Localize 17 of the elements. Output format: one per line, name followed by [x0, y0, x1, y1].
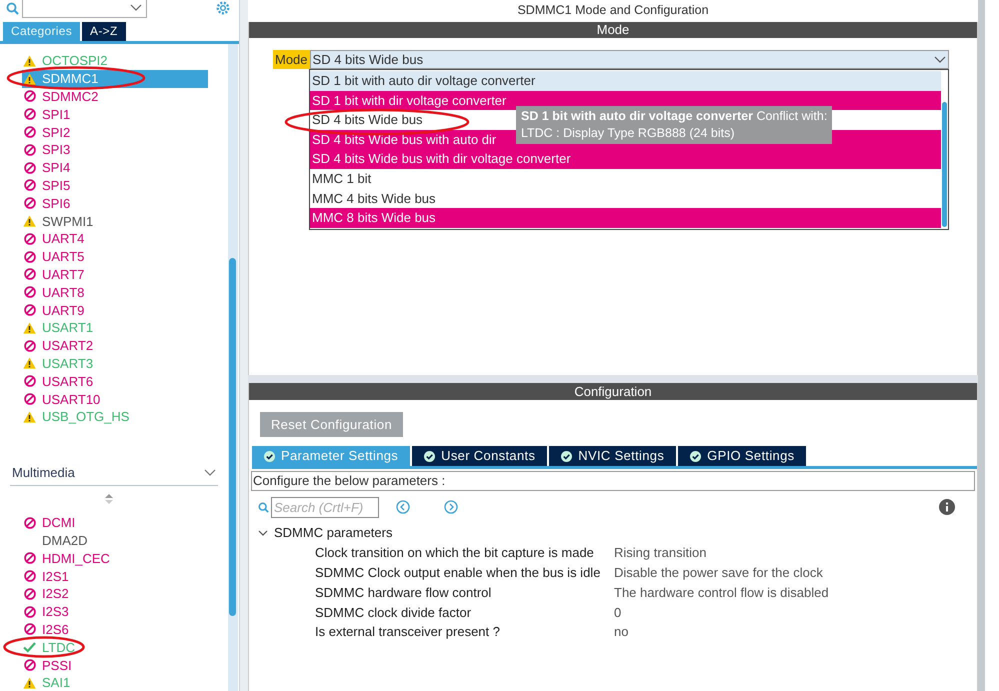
field-label: Mode	[273, 50, 310, 69]
parameter-value: Disable the power save for the clock	[614, 564, 823, 582]
parameter-value: 0	[614, 604, 622, 622]
tooltip-text: SD 1 bit with auto dir voltage converter Conflict with:	[521, 108, 828, 125]
parameter-value: Rising transition	[614, 544, 706, 562]
panel-title: SDMMC1 Mode and Configuration	[516, 2, 710, 20]
parameter-name: Clock transition on which the bit capture is made	[315, 544, 595, 562]
parameter-name: SDMMC Clock output enable when the bus is idle	[315, 564, 602, 582]
section-header: Configuration	[249, 383, 977, 400]
hint-text: Configure the below parameters :	[251, 471, 975, 491]
parameter-value: no	[614, 623, 628, 642]
parameter-name: Is external transceiver present ?	[315, 623, 501, 642]
parameter-name: SDMMC hardware flow control	[315, 584, 492, 602]
parameter-value: The hardware control flow is disabled	[614, 584, 829, 602]
tooltip-text: LTDC : Display Type RGB888 (24 bits)	[521, 125, 736, 142]
section-header: Mode	[249, 22, 977, 38]
parameter-name: SDMMC clock divide factor	[315, 604, 472, 622]
